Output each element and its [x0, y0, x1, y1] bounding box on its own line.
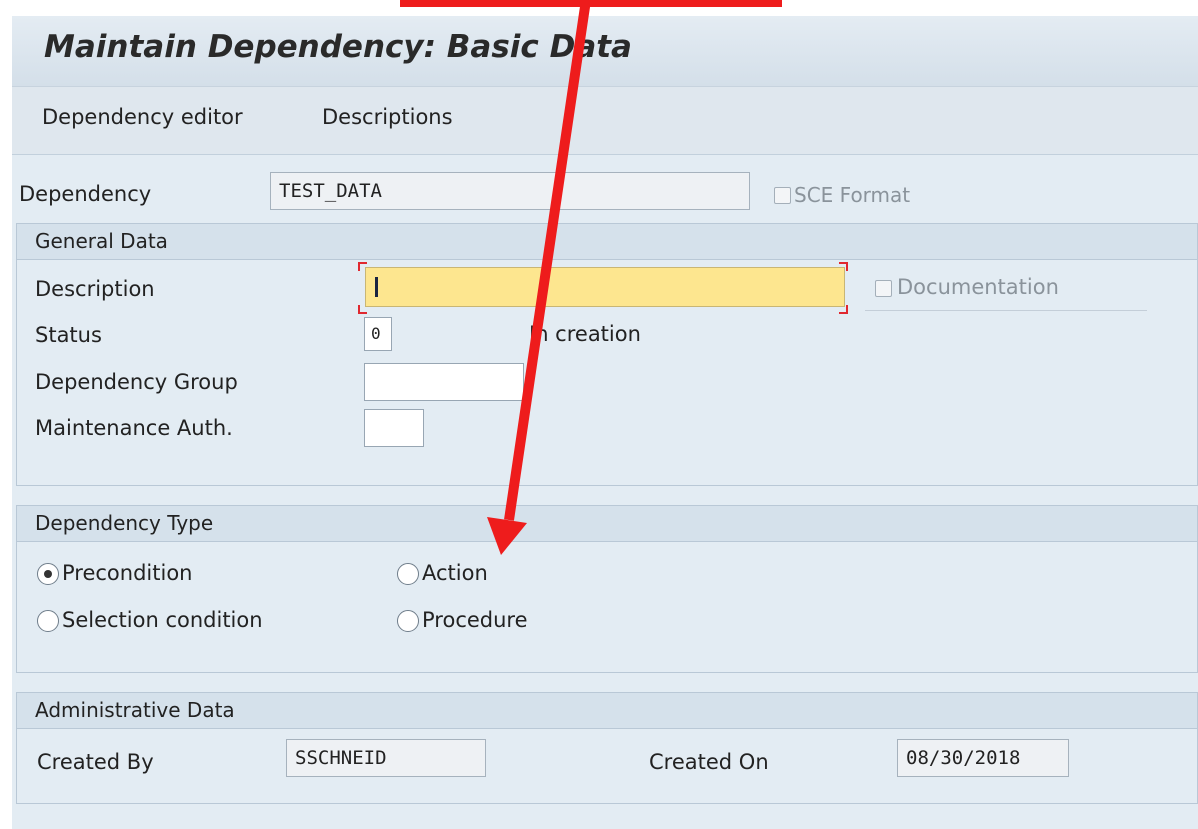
- action-label[interactable]: Action: [422, 561, 488, 585]
- dependency-group-label: Dependency Group: [35, 370, 238, 394]
- required-marker-bottom-left: [358, 305, 367, 314]
- text-cursor: [375, 277, 378, 297]
- precondition-radio[interactable]: [37, 563, 59, 585]
- maintenance-auth-field[interactable]: [364, 409, 424, 447]
- documentation-underline: [865, 310, 1147, 311]
- documentation-checkbox[interactable]: [875, 280, 892, 297]
- general-data-header: General Data: [17, 224, 1197, 260]
- status-field[interactable]: 0: [364, 317, 392, 351]
- dependency-type-title: Dependency Type: [35, 511, 214, 535]
- status-text: In creation: [529, 322, 641, 346]
- created-on-field[interactable]: 08/30/2018: [897, 739, 1069, 777]
- description-label: Description: [35, 277, 155, 301]
- selection-condition-label[interactable]: Selection condition: [62, 608, 263, 632]
- precondition-label[interactable]: Precondition: [62, 561, 192, 585]
- title-bar: Maintain Dependency: Basic Data: [12, 16, 1198, 86]
- required-marker-top-left: [358, 262, 367, 271]
- menu-item-descriptions[interactable]: Descriptions: [322, 105, 453, 129]
- dependency-field[interactable]: TEST_DATA: [270, 172, 750, 210]
- action-radio[interactable]: [397, 563, 419, 585]
- general-data-group: General Data Description Documentation S…: [16, 223, 1198, 486]
- general-data-title: General Data: [35, 229, 168, 253]
- administrative-data-title: Administrative Data: [35, 698, 235, 722]
- page-title: Maintain Dependency: Basic Data: [44, 29, 632, 65]
- menu-bar: Dependency editor Descriptions: [12, 86, 1198, 156]
- created-on-label: Created On: [649, 750, 769, 774]
- procedure-label[interactable]: Procedure: [422, 608, 528, 632]
- dependency-type-group: Dependency Type Precondition Action Sele…: [16, 505, 1198, 673]
- documentation-label: Documentation: [897, 275, 1059, 299]
- dependency-type-header: Dependency Type: [17, 506, 1197, 542]
- status-label: Status: [35, 323, 102, 347]
- main-content: Dependency TEST_DATA SCE Format General …: [12, 155, 1198, 829]
- menu-item-dependency-editor[interactable]: Dependency editor: [42, 105, 243, 129]
- administrative-data-group: Administrative Data Created By SSCHNEID …: [16, 692, 1198, 804]
- sce-format-label: SCE Format: [794, 183, 911, 207]
- maintenance-auth-label: Maintenance Auth.: [35, 416, 233, 440]
- sce-format-checkbox[interactable]: [774, 187, 791, 204]
- dependency-label: Dependency: [19, 182, 152, 206]
- created-by-label: Created By: [37, 750, 154, 774]
- description-field[interactable]: [365, 267, 845, 307]
- administrative-data-header: Administrative Data: [17, 693, 1197, 729]
- selection-condition-radio[interactable]: [37, 610, 59, 632]
- required-marker-bottom-right: [839, 305, 848, 314]
- procedure-radio[interactable]: [397, 610, 419, 632]
- required-marker-top-right: [839, 262, 848, 271]
- created-by-field[interactable]: SSCHNEID: [286, 739, 486, 777]
- dependency-group-field[interactable]: [364, 363, 524, 401]
